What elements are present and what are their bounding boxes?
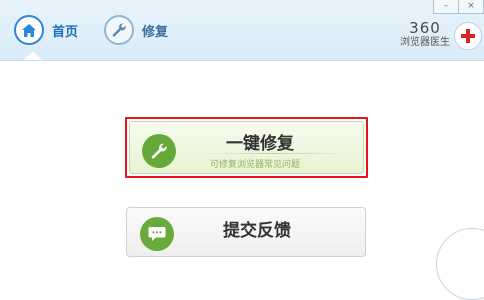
submit-feedback-button[interactable]: 提交反馈 (126, 207, 366, 257)
nav-repair-tab[interactable]: 修复 (104, 13, 168, 47)
brand-logo: 360 浏览器医生 (396, 20, 454, 49)
minimize-button[interactable]: – (433, 0, 459, 14)
active-tab-pointer (24, 51, 42, 60)
nav-home-label: 首页 (52, 24, 79, 40)
repair-button-body: 一键修复 可修复浏览器常见问题 (129, 121, 364, 174)
wrench-icon (142, 134, 176, 168)
window-controls: – × (433, 0, 484, 14)
repair-button-title: 一键修复 (226, 134, 294, 154)
brand-name: 浏览器医生 (400, 37, 450, 48)
divider (200, 153, 350, 154)
red-cross-icon (454, 22, 482, 50)
close-button[interactable]: × (459, 0, 484, 14)
one-click-repair-button[interactable]: 一键修复 可修复浏览器常见问题 (125, 117, 368, 178)
top-bar: 首页 修复 – × 360 浏览器医生 (0, 0, 484, 61)
home-icon (14, 15, 44, 45)
decorative-arc (436, 228, 484, 300)
nav-home-tab[interactable]: 首页 (14, 13, 78, 47)
feedback-button-title: 提交反馈 (223, 221, 291, 241)
repair-button-subtitle: 可修复浏览器常见问题 (210, 160, 301, 170)
nav-repair-label: 修复 (142, 24, 169, 40)
brand-number: 360 (409, 19, 441, 37)
wrench-icon (104, 15, 134, 45)
